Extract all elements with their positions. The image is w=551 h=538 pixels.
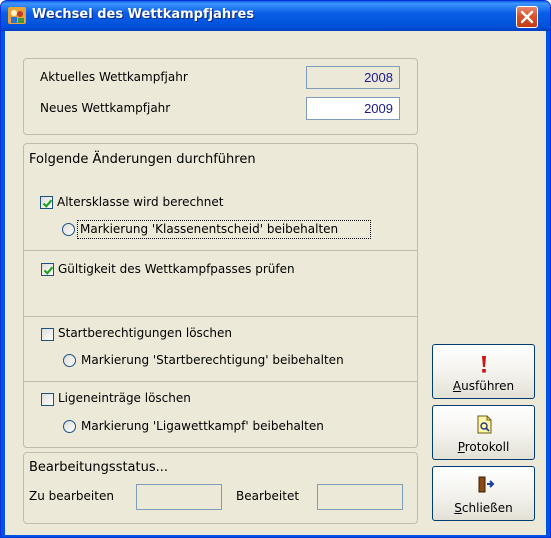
ligawettkampf-marker-label[interactable]: Markierung 'Ligawettkampf' beibehalten (81, 419, 324, 433)
start-label[interactable]: Startberechtigungen löschen (58, 326, 232, 340)
todo-label: Zu bearbeiten (29, 489, 114, 503)
altersklasse-checkbox[interactable] (40, 196, 53, 209)
protocol-document-icon (477, 415, 492, 434)
protocol-button[interactable]: Protokoll (432, 405, 535, 460)
gueltigkeit-section: Gültigkeit des Wettkampfpasses prüfen (23, 250, 418, 317)
startberechtigung-radio[interactable] (63, 354, 76, 367)
checkmark-icon (42, 199, 53, 208)
liga-checkbox[interactable] (41, 393, 54, 406)
startberechtigung-section: Startberechtigungen löschen Markierung '… (23, 316, 418, 382)
liga-label[interactable]: Ligeneinträge löschen (58, 391, 191, 405)
status-heading: Bearbeitungsstatus... (29, 460, 169, 475)
klassenentscheid-label[interactable]: Markierung 'Klassenentscheid' beibehalte… (80, 222, 338, 236)
close-button-label: Schließen (454, 501, 513, 515)
status-group: Bearbeitungsstatus... Zu bearbeiten Bear… (23, 452, 418, 524)
klassenentscheid-radio[interactable] (62, 223, 75, 236)
gueltigkeit-checkbox[interactable] (41, 263, 54, 276)
execute-button[interactable]: Ausführen (432, 344, 535, 399)
checkmark-icon (43, 266, 54, 275)
changes-heading: Folgende Änderungen durchführen (29, 152, 256, 167)
todo-field (136, 484, 222, 510)
execute-button-label: Ausführen (452, 379, 515, 393)
dialog-window: Wechsel des Wettkampfjahres Aktuelles We… (0, 0, 551, 538)
exit-door-icon (478, 476, 495, 493)
gueltigkeit-label[interactable]: Gültigkeit des Wettkampfpasses prüfen (58, 262, 295, 276)
close-icon (520, 10, 534, 24)
done-field (317, 484, 403, 510)
startberechtigung-marker-label[interactable]: Markierung 'Startberechtigung' beibehalt… (81, 353, 344, 367)
close-button[interactable]: Schließen (432, 466, 535, 521)
altersklasse-label[interactable]: Altersklasse wird berechnet (57, 195, 223, 209)
title-bar[interactable]: Wechsel des Wettkampfjahres (1, 1, 550, 31)
liga-section: Ligeneinträge löschen Markierung 'Ligawe… (23, 381, 418, 448)
protocol-button-label: Protokoll (457, 440, 510, 454)
current-year-field: 2008 (306, 66, 400, 89)
years-group: Aktuelles Wettkampfjahr 2008 Neues Wettk… (23, 58, 418, 135)
new-year-input[interactable]: 2009 (306, 97, 400, 120)
ligawettkampf-radio[interactable] (63, 420, 76, 433)
start-checkbox[interactable] (41, 328, 54, 341)
app-icon (8, 7, 26, 24)
dialog-client-area: Aktuelles Wettkampfjahr 2008 Neues Wettk… (5, 31, 546, 535)
close-window-button[interactable] (516, 6, 538, 28)
new-year-label: Neues Wettkampfjahr (40, 101, 171, 115)
changes-group: Folgende Änderungen durchführen Alterskl… (23, 143, 418, 448)
exclamation-icon (482, 356, 486, 373)
done-label: Bearbeitet (236, 489, 300, 503)
window-title: Wechsel des Wettkampfjahres (32, 7, 255, 22)
current-year-label: Aktuelles Wettkampfjahr (40, 70, 188, 84)
